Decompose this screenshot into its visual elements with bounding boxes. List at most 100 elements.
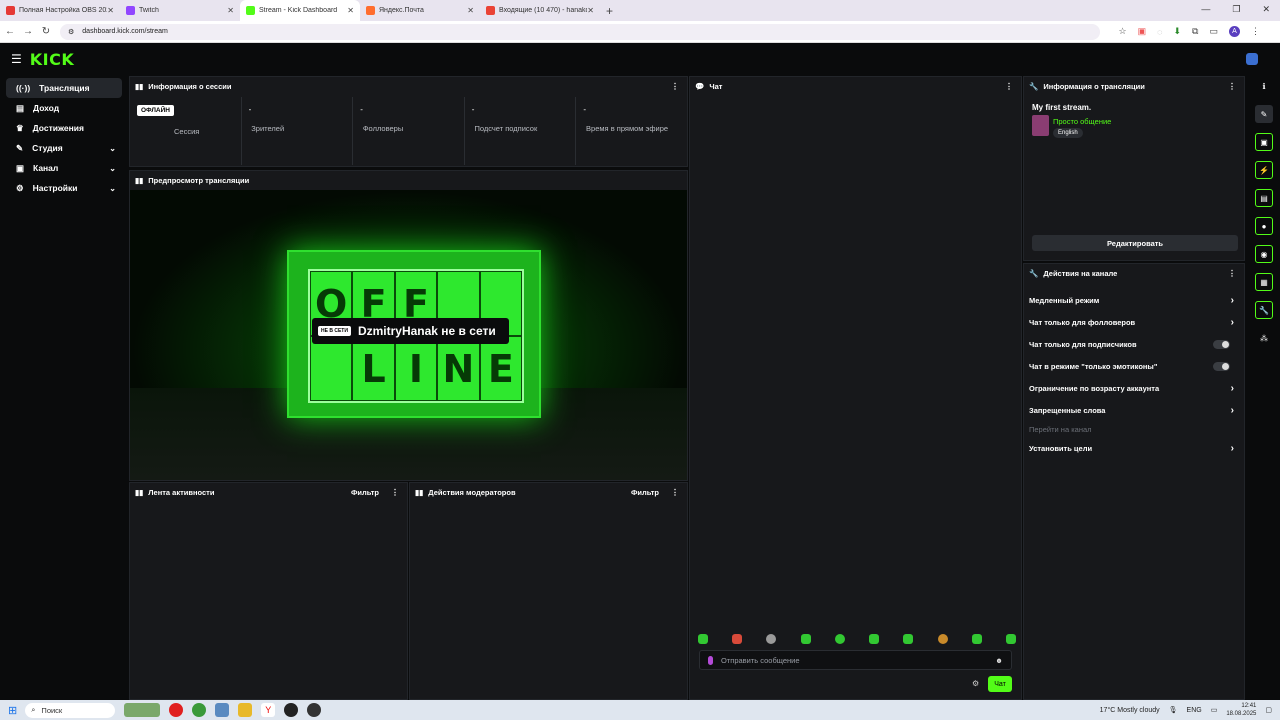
user-avatar[interactable] bbox=[1246, 53, 1258, 65]
close-icon[interactable]: ✕ bbox=[227, 6, 234, 15]
followers-only-action[interactable]: Чат только для фолловеров › bbox=[1029, 314, 1236, 330]
browser-tab-active[interactable]: Stream - Kick Dashboard ✕ bbox=[240, 0, 360, 21]
back-icon[interactable]: ← bbox=[2, 26, 18, 37]
clock[interactable]: 12:41 18.08.2025 bbox=[1226, 702, 1256, 718]
extensions-puzzle-icon[interactable]: ⧉ bbox=[1192, 26, 1198, 37]
filter-button[interactable]: Фильтр bbox=[351, 488, 379, 497]
lightning-icon[interactable]: ⚡ bbox=[1255, 161, 1273, 179]
site-info-icon[interactable]: ⚙ bbox=[68, 28, 74, 36]
sidebar-item-studio[interactable]: ✎ Студия ⌄ bbox=[6, 138, 122, 158]
network-icon[interactable]: ▭ bbox=[1211, 706, 1218, 714]
browser-tab[interactable]: Яндекс.Почта ✕ bbox=[360, 0, 480, 21]
wrench-rail-icon[interactable]: 🔧 bbox=[1255, 301, 1273, 319]
hamburger-menu-icon[interactable]: ☰ bbox=[11, 52, 22, 66]
notification-icon[interactable]: ▢ bbox=[1265, 706, 1272, 714]
kick-logo[interactable]: KICK bbox=[30, 50, 75, 69]
add-widget-icon[interactable]: ⁂ bbox=[1255, 329, 1273, 347]
emote-icon[interactable] bbox=[698, 634, 708, 644]
forward-icon[interactable]: → bbox=[20, 26, 36, 37]
browser-tab[interactable]: Twitch ✕ bbox=[120, 0, 240, 21]
profile-avatar[interactable]: A bbox=[1229, 26, 1240, 37]
mic-icon[interactable] bbox=[708, 655, 713, 665]
chat-settings-gear-icon[interactable]: ⚙ bbox=[972, 679, 979, 688]
opera-icon[interactable] bbox=[169, 703, 184, 717]
browser-tab[interactable]: Полная Настройка OBS 2025 ...✕ bbox=[0, 0, 120, 21]
download-icon[interactable]: ⬇ bbox=[1174, 26, 1182, 37]
close-window-icon[interactable]: ✕ bbox=[1262, 4, 1270, 15]
go-to-channel-link[interactable]: Перейти на канал bbox=[1029, 421, 1236, 437]
banned-words-action[interactable]: Запрещенные слова › bbox=[1029, 402, 1236, 418]
broadcast-rail-icon[interactable]: ◉ bbox=[1255, 245, 1273, 263]
youtube-favicon-icon bbox=[6, 6, 15, 15]
menu-dots-icon[interactable]: ⋮ bbox=[1005, 82, 1013, 91]
extension-icon[interactable]: ▣ bbox=[1138, 26, 1147, 37]
menu-dots-icon[interactable]: ⋮ bbox=[671, 488, 679, 497]
url-text: dashboard.kick.com/stream bbox=[82, 28, 168, 35]
edit-stream-button[interactable]: Редактировать bbox=[1032, 235, 1238, 251]
new-tab-icon[interactable]: + bbox=[606, 4, 613, 18]
stream-category-link[interactable]: Просто общение bbox=[1053, 117, 1111, 126]
emote-icon[interactable] bbox=[903, 634, 914, 644]
minimize-icon[interactable]: — bbox=[1201, 4, 1210, 15]
menu-dots-icon[interactable]: ⋮ bbox=[391, 488, 399, 497]
filter-button[interactable]: Фильтр bbox=[631, 488, 659, 497]
menu-dots-icon[interactable]: ⋮ bbox=[671, 82, 679, 91]
close-icon[interactable]: ✕ bbox=[467, 6, 474, 15]
mic-tray-icon[interactable]: 🎙 bbox=[1169, 706, 1178, 714]
obs-icon[interactable] bbox=[307, 703, 322, 717]
account-age-action[interactable]: Ограничение по возрасту аккаунта › bbox=[1029, 380, 1236, 396]
letter-cell: I bbox=[394, 336, 438, 401]
obs-icon[interactable] bbox=[284, 703, 299, 717]
file-explorer-icon[interactable] bbox=[238, 703, 253, 717]
layout-icon[interactable]: ▦ bbox=[1255, 273, 1273, 291]
close-icon[interactable]: ✕ bbox=[347, 6, 354, 15]
reload-icon[interactable]: ↻ bbox=[38, 26, 54, 37]
emote-icon[interactable] bbox=[766, 634, 777, 644]
slow-mode-action[interactable]: Медленный режим › bbox=[1029, 292, 1236, 308]
emote-icon[interactable] bbox=[937, 634, 948, 644]
taskbar-search[interactable]: ⌕ Поиск bbox=[25, 702, 116, 718]
search-icon: ⌕ bbox=[31, 705, 36, 714]
emote-icon[interactable] bbox=[834, 634, 845, 644]
app-icon[interactable] bbox=[215, 703, 230, 717]
maximize-icon[interactable]: ❐ bbox=[1232, 4, 1240, 15]
emote-icon[interactable] bbox=[1005, 634, 1016, 644]
emoji-icon[interactable]: ☻ bbox=[995, 656, 1003, 665]
bookmark-star-icon[interactable]: ☆ bbox=[1119, 26, 1127, 37]
sidebar-item-achievements[interactable]: ♛ Достижения bbox=[6, 118, 122, 138]
capture-icon[interactable]: ▣ bbox=[1255, 133, 1273, 151]
emote-icon[interactable] bbox=[732, 634, 743, 644]
chrome-icon[interactable] bbox=[192, 703, 207, 717]
menu-dots-icon[interactable]: ⋮ bbox=[1228, 269, 1236, 278]
extension-icon[interactable]: ◌ bbox=[1157, 27, 1162, 37]
yandex-icon[interactable]: Y bbox=[261, 703, 276, 717]
chat-message-input[interactable]: Отправить сообщение ☻ bbox=[699, 650, 1012, 670]
emote-icon[interactable] bbox=[971, 634, 982, 644]
offline-mini-badge: НЕ В СЕТИ bbox=[318, 326, 351, 336]
emotes-only-toggle[interactable] bbox=[1213, 361, 1230, 371]
weather-text[interactable]: 17°C Mostly cloudy bbox=[1100, 707, 1160, 714]
sidebar-icon[interactable]: ▭ bbox=[1209, 26, 1218, 37]
info-icon[interactable]: ℹ bbox=[1255, 77, 1273, 95]
sidebar-item-income[interactable]: ▤ Доход bbox=[6, 98, 122, 118]
emote-icon[interactable] bbox=[800, 634, 811, 644]
menu-dots-icon[interactable]: ⋮ bbox=[1228, 82, 1236, 91]
set-goals-action[interactable]: Установить цели › bbox=[1029, 440, 1236, 456]
widget-thumbnail-icon[interactable] bbox=[124, 703, 161, 717]
subscribers-only-toggle[interactable] bbox=[1213, 339, 1230, 349]
menu-dots-icon[interactable]: ⋮ bbox=[1251, 26, 1260, 37]
document-icon[interactable]: ▤ bbox=[1255, 189, 1273, 207]
language-indicator[interactable]: ENG bbox=[1187, 707, 1202, 714]
sidebar-item-broadcast[interactable]: ((·)) Трансляция bbox=[6, 78, 122, 98]
url-field[interactable]: ⚙ dashboard.kick.com/stream bbox=[60, 23, 1100, 40]
emote-icon[interactable] bbox=[869, 634, 880, 644]
close-icon[interactable]: ✕ bbox=[107, 6, 114, 15]
edit-pencil-icon[interactable]: ✎ bbox=[1255, 105, 1273, 123]
chat-send-button[interactable]: Чат bbox=[988, 676, 1012, 692]
windows-start-icon[interactable]: ⊞ bbox=[8, 704, 17, 717]
sidebar-item-channel[interactable]: ▣ Канал ⌄ bbox=[6, 158, 122, 178]
close-icon[interactable]: ✕ bbox=[587, 6, 594, 15]
browser-tab[interactable]: Входящие (10 470) - hanakdz...✕ bbox=[480, 0, 600, 21]
chat-bubble-icon[interactable]: ● bbox=[1255, 217, 1273, 235]
sidebar-item-settings[interactable]: ⚙ Настройки ⌄ bbox=[6, 178, 122, 198]
